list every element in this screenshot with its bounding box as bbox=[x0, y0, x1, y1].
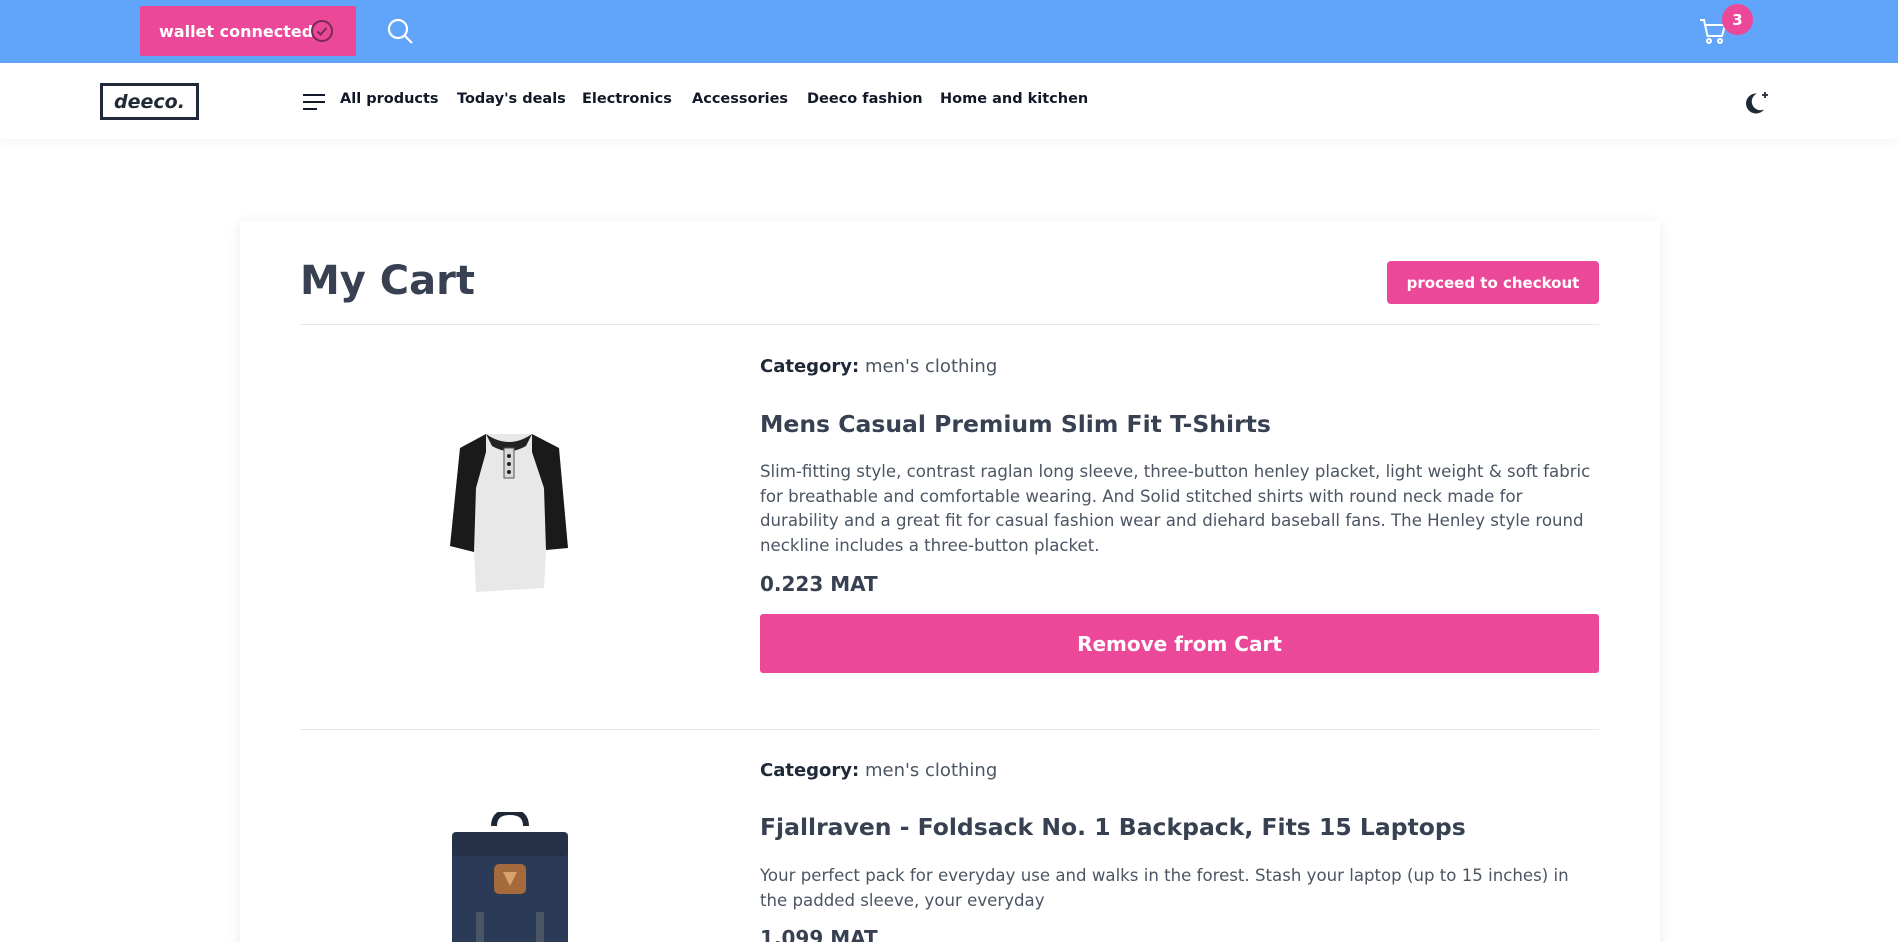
search-icon[interactable] bbox=[386, 17, 414, 45]
nav-electronics[interactable]: Electronics bbox=[582, 91, 672, 107]
nav-all-products[interactable]: All products bbox=[340, 91, 439, 107]
logo[interactable]: deeco. bbox=[100, 83, 199, 120]
divider bbox=[300, 729, 1599, 730]
main-nav: deeco. All products Today's deals Electr… bbox=[0, 63, 1898, 139]
item-description: Your perfect pack for everyday use and w… bbox=[760, 866, 1569, 910]
divider bbox=[300, 324, 1599, 325]
page-title: My Cart bbox=[300, 258, 475, 304]
proceed-to-checkout-button[interactable]: proceed to checkout bbox=[1387, 261, 1599, 304]
wallet-connected-button[interactable]: wallet connected bbox=[140, 6, 356, 56]
item-category: Category: men's clothing bbox=[760, 356, 998, 377]
nav-deeco-fashion[interactable]: Deeco fashion bbox=[807, 91, 923, 107]
check-circle-icon bbox=[311, 20, 333, 42]
item-title[interactable]: Fjallraven - Foldsack No. 1 Backpack, Fi… bbox=[760, 813, 1466, 841]
nav-accessories[interactable]: Accessories bbox=[692, 91, 788, 107]
top-bar: wallet connected 3 bbox=[0, 0, 1898, 63]
item-title[interactable]: Mens Casual Premium Slim Fit T-Shirts bbox=[760, 410, 1271, 438]
nav-todays-deals[interactable]: Today's deals bbox=[457, 91, 566, 107]
item-description: Slim-fitting style, contrast raglan long… bbox=[760, 462, 1591, 555]
wallet-label: wallet connected bbox=[159, 21, 314, 41]
item-category: Category: men's clothing bbox=[760, 760, 998, 781]
nav-home-and-kitchen[interactable]: Home and kitchen bbox=[940, 91, 1088, 107]
remove-from-cart-button[interactable]: Remove from Cart bbox=[760, 614, 1599, 673]
product-image-tshirt[interactable] bbox=[446, 428, 572, 598]
menu-icon[interactable] bbox=[302, 92, 326, 112]
product-image-backpack[interactable] bbox=[448, 812, 572, 942]
dark-mode-toggle-icon[interactable] bbox=[1744, 88, 1772, 116]
cart-count-badge: 3 bbox=[1722, 4, 1753, 35]
item-price: 1.099 MAT bbox=[760, 926, 878, 942]
item-price: 0.223 MAT bbox=[760, 572, 878, 596]
